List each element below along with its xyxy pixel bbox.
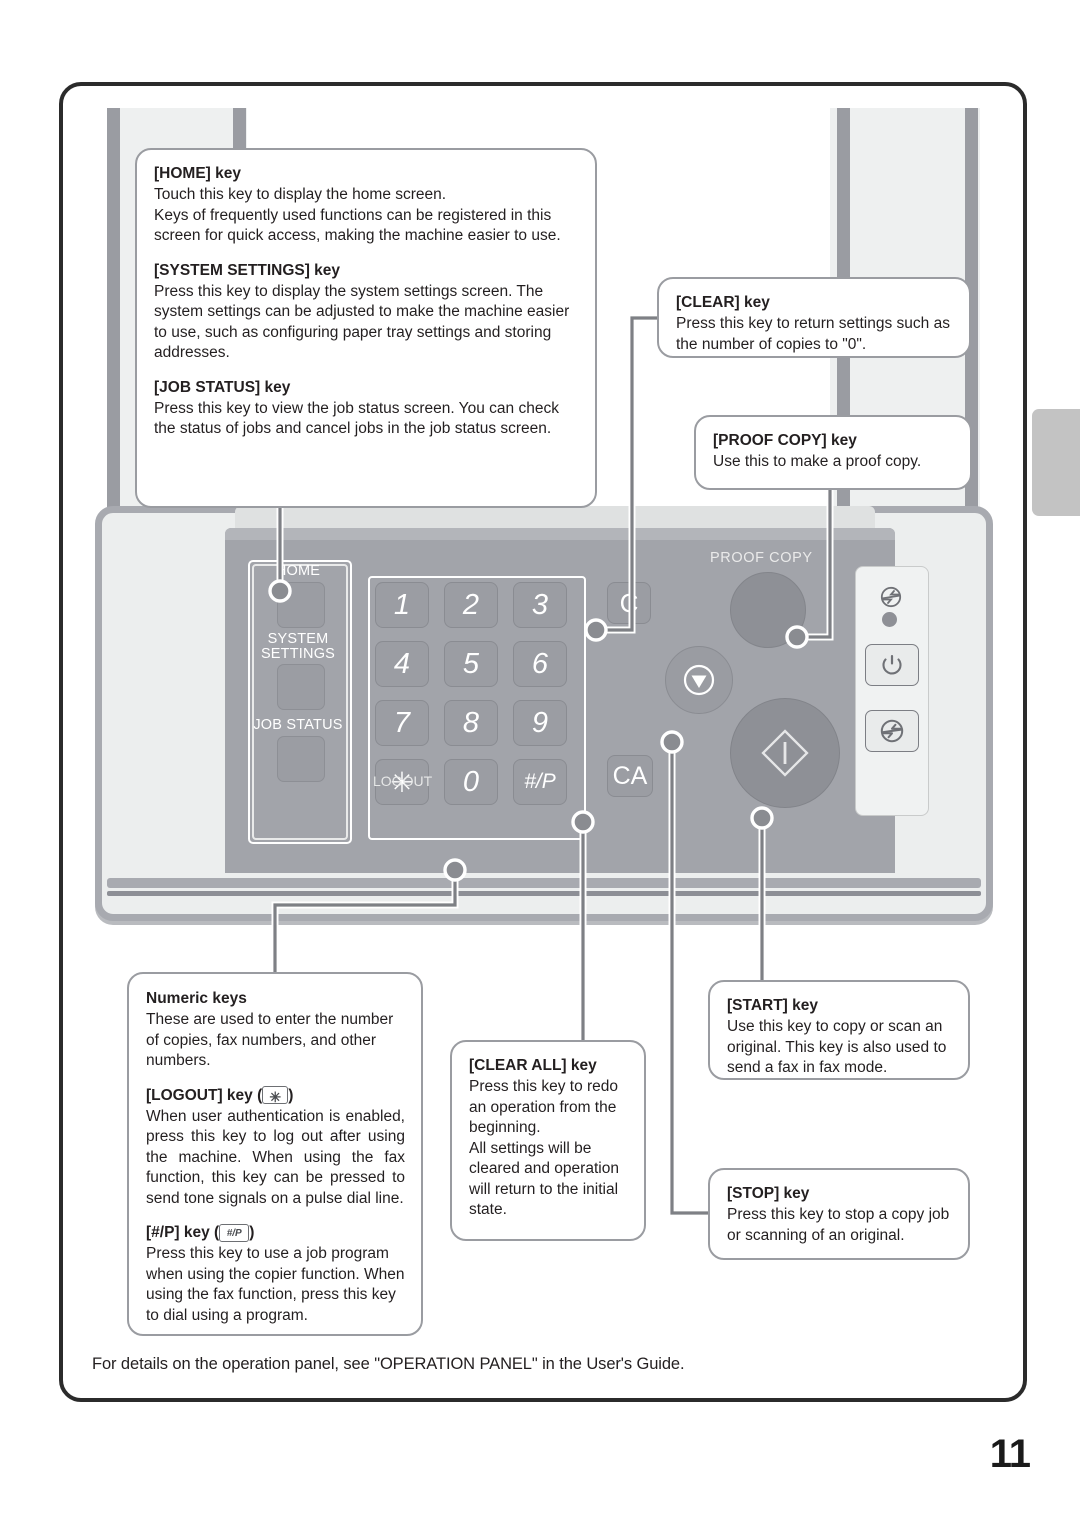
system-settings-key-label: SYSTEM SETTINGS <box>248 632 348 662</box>
callout-body-numeric: These are used to enter the number of co… <box>146 1011 394 1069</box>
numeric-key-8[interactable]: 8 <box>444 700 498 746</box>
proof-copy-key[interactable] <box>730 572 806 648</box>
energy-save-led <box>882 612 897 627</box>
callout-body-hash-p: Press this key to use a job program when… <box>146 1245 405 1324</box>
start-key[interactable] <box>730 698 840 808</box>
machine-shell-line <box>107 891 981 896</box>
callout-home-system-job: [HOME] key Touch this key to display the… <box>135 148 597 508</box>
callout-title-logout: [LOGOUT] key (✳) <box>146 1086 405 1106</box>
operation-panel-highlight <box>225 528 895 540</box>
energy-save-button[interactable] <box>865 710 919 752</box>
section-tab <box>1032 409 1080 516</box>
callout-body-clear: Press this key to return settings such a… <box>676 315 950 353</box>
callout-body-job-status: Press this key to view the job status sc… <box>154 399 559 438</box>
numeric-key-7[interactable]: 7 <box>375 700 429 746</box>
callout-body-proof-copy: Use this to make a proof copy. <box>713 453 922 470</box>
energy-save-indicator-icon <box>873 586 909 608</box>
clear-all-key[interactable]: CA <box>607 755 653 797</box>
logout-label: LOGOUT <box>373 773 433 789</box>
operation-panel: HOME SYSTEM SETTINGS JOB STATUS 1 2 3 4 … <box>225 528 929 873</box>
callout-hashp-suffix: ) <box>249 1224 255 1241</box>
callout-title-hash-p: [#/P] key (#/P) <box>146 1223 405 1243</box>
callout-title-home: [HOME] key <box>154 165 241 182</box>
callout-clear: [CLEAR] key Press this key to return set… <box>657 277 971 358</box>
callout-body-clear-all-2: All settings will be cleared and operati… <box>469 1139 619 1219</box>
callout-body-system-settings: Press this key to display the system set… <box>154 282 570 362</box>
power-button[interactable] <box>865 644 919 686</box>
callout-title-system-settings: [SYSTEM SETTINGS] key <box>154 261 341 279</box>
callout-numeric-keys: Numeric keys These are used to enter the… <box>127 972 423 1336</box>
callout-title-start: [START] key <box>727 997 819 1014</box>
system-settings-key[interactable] <box>277 664 325 710</box>
numeric-key-9[interactable]: 9 <box>513 700 567 746</box>
home-key[interactable] <box>277 582 325 628</box>
hash-p-key-icon: #/P <box>219 1223 250 1242</box>
page-number: 11 <box>989 1432 1031 1476</box>
footer-note: For details on the operation panel, see … <box>92 1355 685 1373</box>
numeric-key-0[interactable]: 0 <box>444 759 498 805</box>
job-status-key-label: JOB STATUS <box>253 717 343 733</box>
numeric-key-1[interactable]: 1 <box>375 582 429 628</box>
system-settings-label-line2: SETTINGS <box>260 646 336 662</box>
callout-title-job-status: [JOB STATUS] key <box>154 378 291 396</box>
callout-hashp-prefix: [#/P] key ( <box>146 1224 220 1241</box>
callout-title-stop: [STOP] key <box>727 1185 810 1202</box>
callout-logout-suffix: ) <box>288 1086 294 1104</box>
numeric-key-4[interactable]: 4 <box>375 641 429 687</box>
callout-title-clear: [CLEAR] key <box>676 294 770 311</box>
callout-body-home: Touch this key to display the home scree… <box>154 186 561 244</box>
callout-title-proof-copy: [PROOF COPY] key <box>713 432 857 449</box>
job-status-key[interactable] <box>277 736 325 782</box>
callout-clear-all: [CLEAR ALL] key Press this key to redo a… <box>450 1040 646 1241</box>
manual-page: HOME SYSTEM SETTINGS JOB STATUS 1 2 3 4 … <box>0 0 1080 1528</box>
callout-logout-prefix: [LOGOUT] key ( <box>146 1086 263 1104</box>
callout-start: [START] key Use this key to copy or scan… <box>708 980 970 1080</box>
stop-icon <box>683 664 715 696</box>
numeric-key-6[interactable]: 6 <box>513 641 567 687</box>
home-key-label: HOME <box>275 563 321 579</box>
numeric-keypad: 1 2 3 4 5 6 7 8 9 ✳ 0 #/P <box>375 582 575 832</box>
numeric-key-3[interactable]: 3 <box>513 582 567 628</box>
machine-post <box>107 108 120 533</box>
callout-body-start: Use this key to copy or scan an original… <box>727 1018 947 1076</box>
numeric-key-5[interactable]: 5 <box>444 641 498 687</box>
callout-proof-copy: [PROOF COPY] key Use this to make a proo… <box>694 415 972 490</box>
power-icon <box>882 655 902 675</box>
machine-shell-line <box>107 878 981 888</box>
callout-body-clear-all-1: Press this key to redo an operation from… <box>469 1078 619 1136</box>
callout-body-logout: When user authentication is enabled, pre… <box>146 1107 405 1207</box>
start-icon <box>761 729 809 777</box>
clear-key[interactable]: C <box>607 582 651 624</box>
hash-p-key[interactable]: #/P <box>513 759 567 805</box>
asterisk-key-icon: ✳ <box>262 1086 289 1105</box>
callout-stop: [STOP] key Press this key to stop a copy… <box>708 1168 970 1260</box>
energy-save-icon <box>880 719 904 743</box>
proof-copy-label: PROOF COPY <box>710 550 813 566</box>
stop-key[interactable] <box>665 646 733 714</box>
system-settings-label-line1: SYSTEM <box>267 631 329 647</box>
callout-title-numeric: Numeric keys <box>146 990 247 1007</box>
callout-title-clear-all: [CLEAR ALL] key <box>469 1057 597 1074</box>
callout-body-stop: Press this key to stop a copy job or sca… <box>727 1206 950 1244</box>
numeric-key-2[interactable]: 2 <box>444 582 498 628</box>
